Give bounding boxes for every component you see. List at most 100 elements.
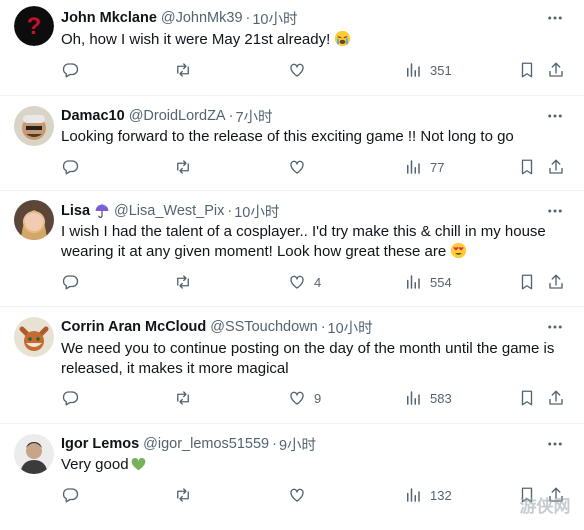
user-handle[interactable]: @igor_lemos51559 (143, 436, 269, 452)
reply-item[interactable]: Igor Lemos @igor_lemos51559 · 9小时 Very g… (0, 424, 584, 530)
reply-icon (62, 391, 79, 406)
share-button[interactable] (547, 273, 565, 291)
repost-button[interactable] (174, 389, 192, 407)
like-button[interactable] (288, 61, 306, 79)
views-button[interactable]: 583 (404, 389, 452, 407)
separator-dot: · (272, 436, 277, 452)
reply-text: Oh, how I wish it were May 21st already! (61, 30, 561, 50)
green-heart-emoji (131, 457, 145, 471)
views-icon (407, 63, 420, 77)
bookmark-button[interactable] (518, 158, 536, 176)
repost-button[interactable] (174, 486, 192, 504)
reply-item[interactable]: Lisa @Lisa_West_Pix · 10小时 I wish I had … (0, 191, 584, 307)
avatar[interactable] (14, 106, 54, 146)
display-name[interactable]: Damac10 (61, 108, 125, 124)
heart-icon (290, 488, 304, 502)
umbrella-emoji (95, 203, 109, 218)
reply-icon (62, 160, 79, 175)
views-icon (407, 488, 420, 502)
timestamp[interactable]: 10小时 (252, 8, 297, 29)
timestamp[interactable]: 10小时 (234, 201, 279, 222)
repost-button[interactable] (174, 158, 192, 176)
avatar[interactable] (14, 317, 54, 357)
likes-count: 9 (314, 390, 322, 406)
bookmark-icon (521, 62, 533, 78)
reply-header: Corrin Aran McCloud @SSTouchdown · 10小时 (61, 317, 373, 337)
heart-icon (290, 275, 304, 289)
bookmark-button[interactable] (518, 389, 536, 407)
views-count: 351 (430, 62, 452, 78)
display-name[interactable]: Lisa (61, 203, 90, 219)
reply-text-line: wearing it at any given moment! Look how… (61, 243, 447, 260)
separator-dot: · (320, 319, 326, 335)
reply-button[interactable] (61, 389, 79, 407)
user-handle[interactable]: @SSTouchdown (210, 319, 317, 335)
action-bar: 132 (0, 486, 584, 508)
user-handle[interactable]: @DroidLordZA (129, 108, 226, 124)
reply-text: We need you to continue posting on the d… (61, 339, 561, 379)
bookmark-button[interactable] (518, 61, 536, 79)
action-bar: 77 (0, 158, 584, 180)
reply-text: Very good (61, 455, 561, 475)
avatar[interactable] (14, 434, 54, 474)
reply-button[interactable] (61, 158, 79, 176)
display-name[interactable]: Corrin Aran McCloud (61, 319, 206, 335)
heart-eyes-emoji (451, 242, 467, 259)
avatar[interactable]: ? (14, 6, 54, 46)
reply-header: Lisa @Lisa_West_Pix · 10小时 (61, 201, 279, 221)
reply-text-line: released, it makes it more magical (61, 360, 289, 377)
reply-button[interactable] (61, 273, 79, 291)
share-button[interactable] (547, 61, 565, 79)
more-icon[interactable] (546, 9, 564, 27)
views-button[interactable]: 554 (404, 273, 452, 291)
repost-icon (177, 160, 189, 174)
timestamp[interactable]: 9小时 (279, 434, 316, 455)
more-icon[interactable] (546, 318, 564, 336)
like-button[interactable]: 9 (288, 389, 321, 407)
watermark-text: 游侠网 (520, 496, 571, 517)
reply-icon (62, 63, 79, 78)
more-icon[interactable] (546, 202, 564, 220)
reply-item[interactable]: ? John Mkclane @JohnMk39 · 10小时 Oh, how … (0, 0, 584, 96)
reply-button[interactable] (61, 486, 79, 504)
share-icon (549, 390, 563, 405)
repost-icon (177, 275, 189, 289)
reply-button[interactable] (61, 61, 79, 79)
bookmark-button[interactable] (518, 273, 536, 291)
share-button[interactable] (547, 389, 565, 407)
user-handle[interactable]: @JohnMk39 (161, 10, 243, 26)
timestamp[interactable]: 10小时 (328, 317, 373, 338)
reply-text-line: Oh, how I wish it were May 21st already! (61, 31, 331, 48)
reply-header: Damac10 @DroidLordZA · 7小时 (61, 106, 273, 126)
like-button[interactable] (288, 158, 306, 176)
display-name[interactable]: John Mkclane (61, 10, 157, 26)
user-handle[interactable]: @Lisa_West_Pix (114, 203, 224, 219)
views-icon (407, 275, 420, 289)
views-button[interactable]: 351 (404, 61, 452, 79)
share-button[interactable] (547, 158, 565, 176)
repost-button[interactable] (174, 61, 192, 79)
more-icon[interactable] (546, 107, 564, 125)
views-count: 77 (430, 159, 445, 175)
repost-icon (177, 391, 189, 405)
heart-icon (290, 160, 304, 174)
heart-icon (290, 391, 304, 405)
separator-dot: · (228, 108, 234, 124)
avatar[interactable] (14, 200, 54, 240)
like-button[interactable]: 4 (288, 273, 321, 291)
repost-button[interactable] (174, 273, 192, 291)
views-button[interactable]: 132 (404, 486, 452, 504)
reply-text-line: We need you to continue posting on the d… (61, 340, 555, 357)
more-icon[interactable] (546, 435, 564, 453)
reply-item[interactable]: Damac10 @DroidLordZA · 7小时 Looking forwa… (0, 96, 584, 191)
reply-item[interactable]: Corrin Aran McCloud @SSTouchdown · 10小时 … (0, 307, 584, 424)
views-icon (407, 391, 420, 405)
like-button[interactable] (288, 486, 306, 504)
views-button[interactable]: 77 (404, 158, 444, 176)
timestamp[interactable]: 7小时 (235, 106, 272, 127)
views-icon (407, 160, 420, 174)
share-icon (549, 274, 563, 289)
display-name[interactable]: Igor Lemos (61, 436, 139, 452)
action-bar: 351 (0, 61, 584, 83)
share-icon (549, 62, 563, 77)
